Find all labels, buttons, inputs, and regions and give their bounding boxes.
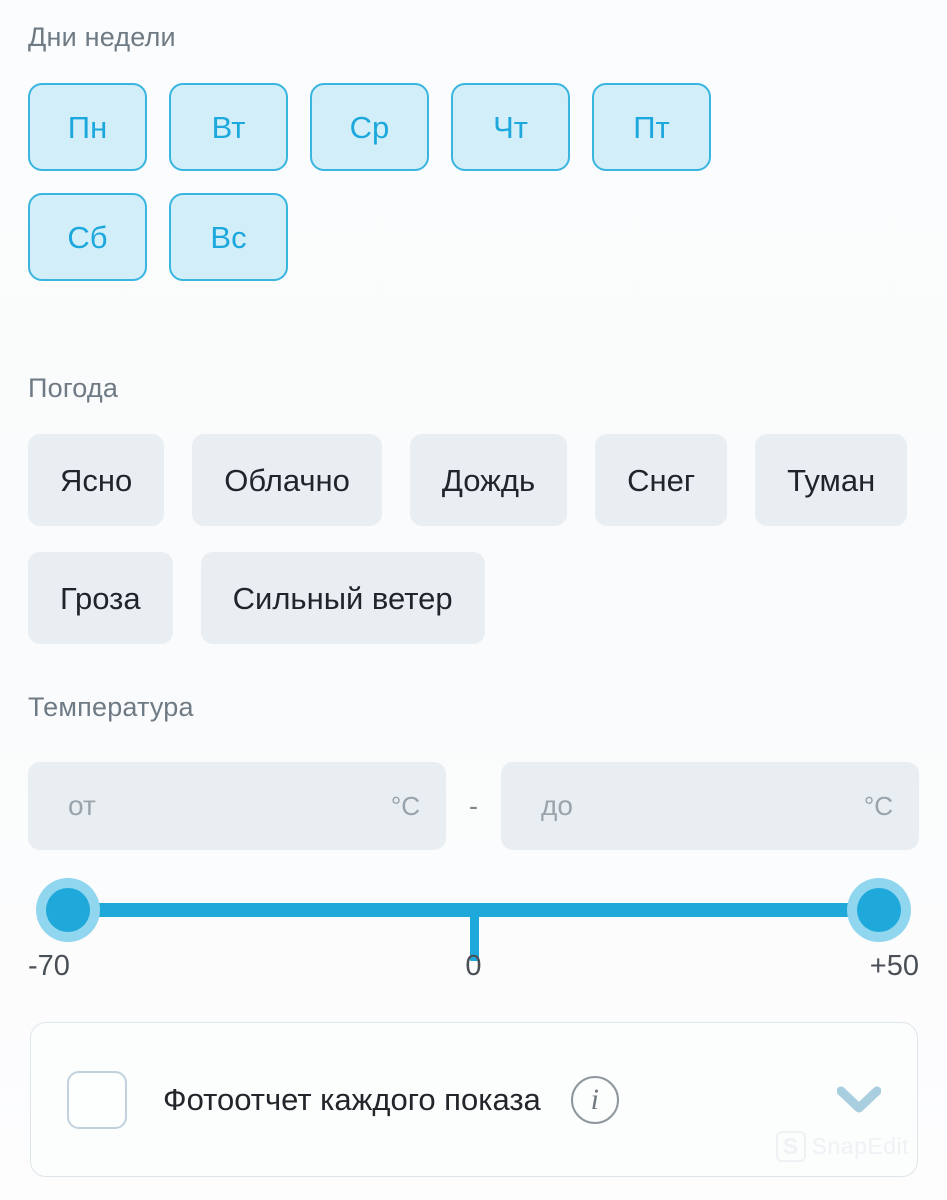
weather-chip-label: Гроза <box>60 580 141 616</box>
slider-handle-min[interactable] <box>36 878 100 942</box>
day-chip-label: Чт <box>493 109 528 145</box>
slider-max-label: +50 <box>869 950 919 982</box>
weather-chip-label: Ясно <box>60 462 133 498</box>
filters-panel: Дни недели Пн Вт Ср Чт Пт Сб Вс Погода Я… <box>0 0 947 1200</box>
temperature-from-input[interactable] <box>68 790 383 822</box>
weather-chip-rain[interactable]: Дождь <box>409 434 568 526</box>
temperature-range-slider[interactable] <box>28 878 919 961</box>
day-chip-wed[interactable]: Ср <box>310 83 429 171</box>
day-chip-sat[interactable]: Сб <box>28 193 147 281</box>
temperature-to-field[interactable]: °C <box>501 762 919 850</box>
weather-section-label: Погода <box>28 373 119 403</box>
weather-chip-cloudy[interactable]: Облачно <box>192 434 382 526</box>
info-icon[interactable]: i <box>570 1075 619 1124</box>
days-chip-group: Пн Вт Ср Чт Пт Сб Вс <box>28 83 788 281</box>
photo-report-card[interactable]: Фотоотчет каждого показа i <box>30 1022 918 1177</box>
slider-min-label: -70 <box>28 950 70 982</box>
temperature-range-separator: - <box>469 790 478 821</box>
day-chip-sun[interactable]: Вс <box>169 193 288 281</box>
photo-report-label: Фотоотчет каждого показа <box>163 1082 541 1117</box>
weather-chip-label: Облачно <box>224 462 350 498</box>
days-section-label: Дни недели <box>28 22 176 52</box>
weather-chip-clear[interactable]: Ясно <box>28 434 165 526</box>
temperature-range-row: °C - °C <box>28 762 919 850</box>
weather-chip-label: Снег <box>627 462 696 498</box>
day-chip-thu[interactable]: Чт <box>451 83 570 171</box>
day-chip-label: Вс <box>210 219 247 255</box>
weather-chip-label: Сильный ветер <box>232 580 453 616</box>
chevron-down-icon[interactable] <box>835 1076 883 1124</box>
weather-chip-strong-wind[interactable]: Сильный ветер <box>200 552 485 644</box>
weather-chip-group: Ясно Облачно Дождь Снег Туман Гроза Силь… <box>28 434 923 644</box>
day-chip-mon[interactable]: Пн <box>28 83 147 171</box>
slider-scale: -70 0 +50 <box>28 952 919 988</box>
temperature-section-label: Температура <box>28 692 194 722</box>
weather-chip-snow[interactable]: Снег <box>595 434 728 526</box>
slider-handle-max[interactable] <box>847 878 911 942</box>
day-chip-label: Пн <box>67 109 108 145</box>
temperature-to-unit: °C <box>863 791 893 821</box>
weather-chip-thunderstorm[interactable]: Гроза <box>28 552 173 644</box>
weather-chip-fog[interactable]: Туман <box>755 434 908 526</box>
temperature-from-unit: °C <box>390 791 420 821</box>
weather-chip-label: Дождь <box>441 462 536 498</box>
slider-track[interactable] <box>68 903 879 961</box>
temperature-from-field[interactable]: °C <box>28 762 446 850</box>
day-chip-label: Пт <box>633 109 670 145</box>
day-chip-tue[interactable]: Вт <box>169 83 288 171</box>
weather-chip-label: Туман <box>787 462 876 498</box>
temperature-to-input[interactable] <box>541 790 856 822</box>
day-chip-fri[interactable]: Пт <box>592 83 711 171</box>
photo-report-checkbox[interactable] <box>67 1070 127 1129</box>
slider-mid-label: 0 <box>465 950 482 982</box>
day-chip-label: Ср <box>349 109 390 145</box>
day-chip-label: Вт <box>211 109 246 145</box>
day-chip-label: Сб <box>67 219 108 255</box>
